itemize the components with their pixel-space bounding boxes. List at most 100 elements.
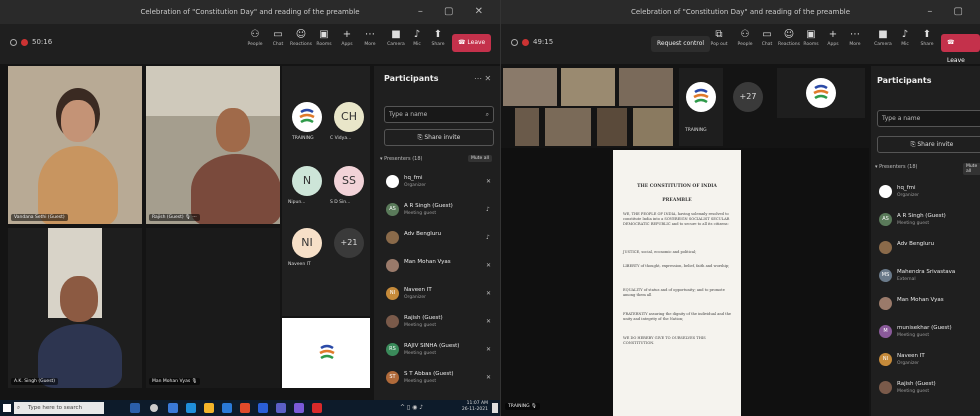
- avatar[interactable]: NI: [292, 228, 322, 258]
- file-explorer-icon[interactable]: [204, 403, 214, 413]
- participant-row[interactable]: RS RAJIV SINHA (Guest) Meeting guest ✕: [374, 340, 500, 362]
- more-button[interactable]: ⋯ More: [843, 29, 867, 47]
- camera-button[interactable]: ■ Camera: [871, 29, 895, 47]
- share-invite-button[interactable]: ⎘ Share invite: [384, 129, 494, 146]
- reactions-button[interactable]: ☺ Reactions: [777, 29, 801, 47]
- window-controls[interactable]: – ▢: [927, 0, 972, 24]
- share-button[interactable]: ⬆ Share: [426, 29, 450, 47]
- teams-icon[interactable]: [276, 403, 286, 413]
- participant-row[interactable]: hq_fmi Organizer ✕: [374, 172, 500, 194]
- avatar[interactable]: SS: [334, 166, 364, 196]
- self-video-tile[interactable]: [282, 318, 370, 388]
- mute-all-button[interactable]: Mute all: [468, 155, 492, 162]
- search-icon: ⌕: [485, 111, 489, 118]
- participant-row[interactable]: Man Mohan Vyas ✕: [374, 256, 500, 278]
- cortana-icon[interactable]: [150, 404, 158, 412]
- avatar-grid: TRAINING CH C Vidya... N Nipun... SS S D…: [282, 66, 370, 316]
- video-tile[interactable]: A.K. Singh (Guest): [8, 228, 142, 388]
- avatar[interactable]: N: [292, 166, 322, 196]
- avatar: AS: [879, 213, 892, 226]
- reactions-icon: ☺: [295, 29, 307, 40]
- popout-button[interactable]: ⧉ Pop out: [707, 29, 731, 47]
- mail-icon[interactable]: [258, 403, 268, 413]
- wall: [146, 66, 280, 116]
- participant-row[interactable]: NI Naveen IT Organizer ✕: [374, 284, 500, 306]
- rooms-button[interactable]: ▣ Rooms: [312, 29, 336, 47]
- participant-row[interactable]: M munisekhar (Guest) Meeting guest: [871, 322, 980, 344]
- participant-face: [61, 100, 95, 142]
- participant-row[interactable]: AS A R Singh (Guest) Meeting guest ♪: [374, 200, 500, 222]
- mute-all-button[interactable]: Mute all: [963, 163, 980, 175]
- search-input[interactable]: Type a name ⌕: [384, 106, 494, 123]
- video-thumbnail[interactable]: [503, 68, 557, 106]
- window-controls[interactable]: – ▢ ✕: [418, 0, 492, 24]
- taskbar-search[interactable]: ⌕ Type here to search: [14, 402, 104, 414]
- participant-name: RAJIV SINHA (Guest): [404, 343, 460, 349]
- request-control-button[interactable]: Request control: [651, 36, 711, 52]
- participant-role: External: [897, 277, 916, 282]
- panel-controls[interactable]: ⋯ ✕: [474, 74, 491, 83]
- participant-row[interactable]: MS Mahendra Srivastava External: [871, 266, 980, 288]
- mic-icon: ♪: [486, 234, 490, 241]
- video-thumbnail[interactable]: [633, 108, 673, 146]
- participant-row[interactable]: NI Naveen IT Organizer: [871, 350, 980, 372]
- apps-button[interactable]: + Apps: [821, 29, 845, 47]
- acrobat-icon[interactable]: [312, 403, 322, 413]
- mic-button[interactable]: ♪ Mic: [893, 29, 917, 47]
- share-invite-button[interactable]: ⎘ Share invite: [877, 136, 980, 153]
- video-tile[interactable]: Vandana Sethi (Guest): [8, 66, 142, 224]
- participant-role: Meeting guest: [404, 379, 437, 384]
- task-view-icon[interactable]: [168, 403, 178, 413]
- rooms-button[interactable]: ▣ Rooms: [799, 29, 823, 47]
- video-thumbnail[interactable]: [597, 108, 627, 146]
- participant-row[interactable]: Rajish (Guest) Meeting guest ✕: [374, 312, 500, 334]
- chrome-icon[interactable]: [240, 403, 250, 413]
- system-tray-icons[interactable]: ^ ▯ ◉ ♪: [400, 404, 423, 411]
- participant-row[interactable]: ST S T Abbas (Guest) Meeting guest ✕: [374, 368, 500, 390]
- presenters-section[interactable]: ▾ Presenters (18): [380, 156, 422, 162]
- participant-row[interactable]: Adv Bengluru: [871, 238, 980, 260]
- reactions-button[interactable]: ☺ Reactions: [289, 29, 313, 47]
- chat-button[interactable]: ▭ Chat: [266, 29, 290, 47]
- participant-row[interactable]: hq_fmi Organizer: [871, 182, 980, 204]
- app-icon[interactable]: [130, 403, 140, 413]
- training-tile[interactable]: TRAINING: [679, 68, 723, 146]
- participant-row[interactable]: Rajish (Guest) Meeting guest: [871, 378, 980, 400]
- participant-name: Adv Bengluru: [404, 231, 442, 237]
- presenters-section[interactable]: ▾ Presenters (18): [875, 164, 917, 170]
- leave-button[interactable]: ☎ Leave: [452, 34, 492, 52]
- search-input[interactable]: Type a name: [877, 110, 980, 127]
- chat-button[interactable]: ▭ Chat: [755, 29, 779, 47]
- meeting-toolbar: 50:16 ⚇ People ▭ Chat ☺ Reactions ▣ Rooms + A…: [0, 24, 500, 64]
- participant-row[interactable]: AS A R Singh (Guest) Meeting guest: [871, 210, 980, 232]
- video-thumbnail[interactable]: [561, 68, 615, 106]
- leave-button[interactable]: ☎ Leave: [941, 34, 980, 64]
- mic-icon: ♪: [901, 29, 909, 40]
- edge-icon[interactable]: [186, 403, 196, 413]
- more-button[interactable]: ⋯ More: [358, 29, 382, 47]
- notification-icon[interactable]: [492, 403, 498, 413]
- training-logo-icon[interactable]: [292, 102, 322, 132]
- overflow-count[interactable]: +27: [733, 82, 763, 112]
- store-icon[interactable]: [222, 403, 232, 413]
- windows-start-icon[interactable]: [3, 404, 11, 412]
- taskbar-clock[interactable]: 11:07 AM 26-11-2021: [462, 401, 488, 413]
- avatar[interactable]: CH: [334, 102, 364, 132]
- participant-row[interactable]: Adv Bengluru ♪: [374, 228, 500, 250]
- video-tile[interactable]: Rajish (Guest) 🎙 ⋯: [146, 66, 280, 224]
- people-button[interactable]: ⚇ People: [733, 29, 757, 47]
- share-button[interactable]: ⬆ Share: [915, 29, 939, 47]
- app-icon[interactable]: [294, 403, 304, 413]
- video-tile[interactable]: Man Mohan Vyas 🎙: [146, 228, 280, 388]
- apps-button[interactable]: + Apps: [335, 29, 359, 47]
- self-video-tile[interactable]: [777, 68, 865, 118]
- people-button[interactable]: ⚇ People: [243, 29, 267, 47]
- overflow-count[interactable]: +21: [334, 228, 364, 258]
- avatar: [879, 381, 892, 394]
- video-thumbnail[interactable]: [515, 108, 539, 146]
- document-heading: THE CONSTITUTION OF INDIA: [637, 184, 717, 189]
- video-thumbnail[interactable]: [545, 108, 591, 146]
- participant-row[interactable]: Man Mohan Vyas: [871, 294, 980, 316]
- video-thumbnail[interactable]: [619, 68, 673, 106]
- mic-icon: ♪: [486, 206, 490, 213]
